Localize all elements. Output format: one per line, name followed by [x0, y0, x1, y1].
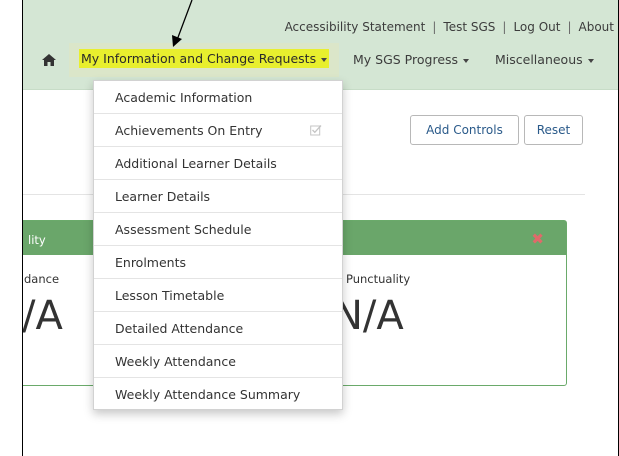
menu-item-learner-details[interactable]: Learner Details: [94, 180, 342, 213]
menu-item-label: Academic Information: [115, 90, 253, 105]
home-icon[interactable]: [41, 53, 57, 67]
menu-item-label: Detailed Attendance: [115, 321, 244, 336]
punctuality-label-row: Punctuality: [333, 272, 410, 286]
add-controls-button[interactable]: Add Controls: [410, 115, 519, 145]
separator: |: [502, 20, 507, 34]
nav-my-information[interactable]: My Information and Change Requests: [69, 43, 340, 77]
punctuality-value: N/A: [333, 293, 404, 339]
edit-check-icon: [310, 125, 322, 136]
attendance-value: /A: [22, 293, 63, 339]
menu-item-label: Weekly Attendance: [115, 354, 236, 369]
accessibility-statement-link[interactable]: Accessibility Statement: [285, 20, 426, 34]
menu-item-detailed-attendance[interactable]: Detailed Attendance: [94, 312, 342, 345]
annotation-arrow-icon: [172, 0, 193, 47]
test-sgs-link[interactable]: Test SGS: [443, 20, 495, 34]
browser-frame: Accessibility Statement | Test SGS | Log Out…: [22, 0, 619, 456]
menu-item-label: Enrolments: [115, 255, 187, 270]
chevron-down-icon: [321, 57, 328, 62]
menu-item-assessment-schedule[interactable]: Assessment Schedule: [94, 213, 342, 246]
nav-miscellaneous-label: Miscellaneous: [495, 52, 583, 67]
header-bar: Accessibility Statement | Test SGS | Log Out…: [23, 0, 618, 90]
nav-my-information-label: My Information and Change Requests: [81, 51, 317, 66]
menu-item-label: Learner Details: [115, 189, 211, 204]
menu-item-label: Lesson Timetable: [115, 288, 225, 303]
menu-item-enrolments[interactable]: Enrolments: [94, 246, 342, 279]
my-information-dropdown: Academic Information Achievements On Ent…: [93, 80, 343, 410]
menu-item-label: Achievements On Entry: [115, 123, 263, 138]
punctuality-label: Punctuality: [346, 272, 411, 286]
about-link[interactable]: About: [579, 20, 614, 34]
widget-title: lity: [28, 233, 46, 247]
chevron-down-icon: [463, 58, 470, 63]
menu-item-achievements-on-entry[interactable]: Achievements On Entry: [94, 114, 342, 147]
nav-my-sgs-progress-label: My SGS Progress: [353, 52, 459, 67]
chevron-down-icon: [587, 58, 594, 63]
top-links: Accessibility Statement | Test SGS | Log Out…: [285, 20, 614, 34]
close-icon[interactable]: ✖: [531, 230, 544, 248]
log-out-link[interactable]: Log Out: [513, 20, 560, 34]
separator: |: [567, 20, 572, 34]
main-nav: My Information and Change Requests My SG…: [23, 43, 618, 77]
reset-button[interactable]: Reset: [524, 115, 583, 145]
menu-item-additional-learner-details[interactable]: Additional Learner Details: [94, 147, 342, 180]
attendance-label: dance: [24, 272, 60, 286]
menu-item-label: Additional Learner Details: [115, 156, 277, 171]
nav-miscellaneous[interactable]: Miscellaneous: [495, 52, 594, 67]
menu-item-academic-information[interactable]: Academic Information: [94, 81, 342, 114]
menu-item-label: Weekly Attendance Summary: [115, 387, 301, 402]
separator: |: [432, 20, 437, 34]
nav-my-sgs-progress[interactable]: My SGS Progress: [353, 52, 470, 67]
menu-item-lesson-timetable[interactable]: Lesson Timetable: [94, 279, 342, 312]
menu-item-weekly-attendance[interactable]: Weekly Attendance: [94, 345, 342, 378]
menu-item-weekly-attendance-summary[interactable]: Weekly Attendance Summary: [94, 378, 342, 409]
menu-item-label: Assessment Schedule: [115, 222, 252, 237]
